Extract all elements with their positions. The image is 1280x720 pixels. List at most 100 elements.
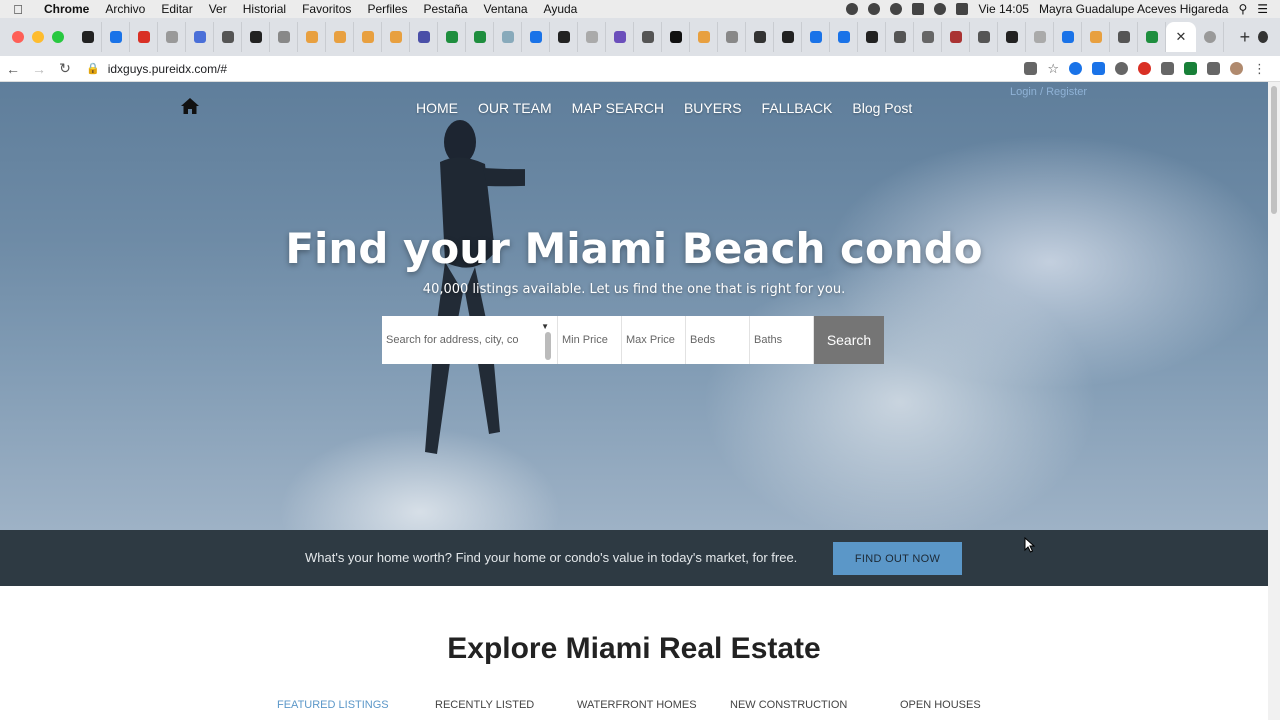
browser-tab[interactable] <box>802 22 830 52</box>
camera-extension-icon[interactable] <box>1161 62 1174 75</box>
tab-open-houses[interactable]: OPEN HOUSES <box>900 699 981 711</box>
browser-tab[interactable] <box>886 22 914 52</box>
browser-tab[interactable] <box>774 22 802 52</box>
min-price-input[interactable]: Min Price <box>558 316 622 364</box>
menu-archivo[interactable]: Archivo <box>97 2 153 16</box>
nav-map-search[interactable]: MAP SEARCH <box>572 100 664 116</box>
caret-down-icon[interactable]: ▼ <box>541 322 549 331</box>
window-minimize-button[interactable] <box>32 31 44 43</box>
browser-tab[interactable] <box>690 22 718 52</box>
battery-icon[interactable] <box>956 3 969 15</box>
wifi-icon[interactable] <box>934 3 947 15</box>
browser-tab[interactable] <box>326 22 354 52</box>
browser-tab[interactable] <box>970 22 998 52</box>
tray-app-icon[interactable] <box>868 3 881 15</box>
tab-search-icon[interactable] <box>1257 31 1268 43</box>
browser-tab[interactable] <box>186 22 214 52</box>
menu-perfiles[interactable]: Perfiles <box>359 2 415 16</box>
home-logo-icon[interactable] <box>180 96 200 116</box>
tab-waterfront-homes[interactable]: WATERFRONT HOMES <box>577 699 697 711</box>
beds-select[interactable]: Beds <box>686 316 750 364</box>
reload-button[interactable]: ↻ <box>52 60 78 77</box>
browser-tab[interactable] <box>578 22 606 52</box>
menubar-clock[interactable]: Vie 14:05 <box>978 2 1029 16</box>
browser-tab[interactable] <box>550 22 578 52</box>
browser-tab[interactable] <box>410 22 438 52</box>
search-button[interactable]: Search <box>814 316 884 364</box>
browser-tab[interactable] <box>914 22 942 52</box>
address-bar[interactable]: 🔒 idxguys.pureidx.com/# <box>86 58 986 80</box>
browser-tab[interactable] <box>746 22 774 52</box>
browser-tab[interactable] <box>270 22 298 52</box>
extension-icon[interactable] <box>1184 62 1197 75</box>
extension-icon[interactable] <box>1092 62 1105 75</box>
extension-icon[interactable] <box>1138 62 1151 75</box>
browser-tab[interactable] <box>634 22 662 52</box>
tray-app-icon[interactable] <box>890 3 903 15</box>
menu-ventana[interactable]: Ventana <box>476 2 536 16</box>
browser-tab[interactable] <box>606 22 634 52</box>
tab-new-construction[interactable]: NEW CONSTRUCTION <box>730 699 847 711</box>
browser-tab[interactable] <box>354 22 382 52</box>
find-out-now-button[interactable]: FIND OUT NOW <box>833 542 962 575</box>
browser-tab[interactable] <box>1026 22 1054 52</box>
browser-tab[interactable] <box>662 22 690 52</box>
tab-featured-listings[interactable]: FEATURED LISTINGS <box>277 699 389 711</box>
address-search-input[interactable]: Search for address, city, co ▼ <box>382 316 558 364</box>
chrome-menu-icon[interactable]: ⋮ <box>1253 61 1266 77</box>
menu-ayuda[interactable]: Ayuda <box>536 2 586 16</box>
browser-tab[interactable] <box>718 22 746 52</box>
browser-tab[interactable] <box>858 22 886 52</box>
menu-ver[interactable]: Ver <box>201 2 235 16</box>
browser-tab[interactable] <box>494 22 522 52</box>
spotlight-search-icon[interactable]: ⚲ <box>1238 2 1247 16</box>
nav-buyers[interactable]: BUYERS <box>684 100 742 116</box>
browser-tab[interactable] <box>1054 22 1082 52</box>
tab-close-icon[interactable]: ✕ <box>1176 29 1187 45</box>
browser-tab[interactable] <box>242 22 270 52</box>
extension-icon[interactable] <box>1115 62 1128 75</box>
window-close-button[interactable] <box>12 31 24 43</box>
browser-tab[interactable] <box>1138 22 1166 52</box>
browser-tab[interactable] <box>942 22 970 52</box>
menu-editar[interactable]: Editar <box>153 2 200 16</box>
browser-tab-active[interactable]: ✕ <box>1166 22 1196 52</box>
menu-historial[interactable]: Historial <box>235 2 294 16</box>
new-tab-button[interactable]: + <box>1232 27 1258 48</box>
nav-fallback[interactable]: FALLBACK <box>762 100 833 116</box>
browser-tab[interactable] <box>102 22 130 52</box>
browser-tab[interactable] <box>214 22 242 52</box>
menu-app-chrome[interactable]: Chrome <box>36 2 97 16</box>
forward-button[interactable]: → <box>26 61 52 77</box>
browser-tab[interactable] <box>158 22 186 52</box>
page-scrollbar[interactable] <box>1268 82 1280 720</box>
back-button[interactable]: ← <box>0 61 26 77</box>
nav-our-team[interactable]: OUR TEAM <box>478 100 552 116</box>
page-scrollbar-thumb[interactable] <box>1271 86 1277 214</box>
nav-home[interactable]: HOME <box>416 100 458 116</box>
window-zoom-button[interactable] <box>52 31 64 43</box>
browser-tab[interactable] <box>998 22 1026 52</box>
bookmark-star-icon[interactable]: ☆ <box>1047 61 1059 77</box>
browser-tab[interactable] <box>1196 22 1224 52</box>
browser-tab[interactable] <box>130 22 158 52</box>
nav-blog-post[interactable]: Blog Post <box>852 100 912 116</box>
browser-tab[interactable] <box>830 22 858 52</box>
menubar-user[interactable]: Mayra Guadalupe Aceves Higareda <box>1039 2 1228 16</box>
control-center-icon[interactable]: ☰ <box>1257 2 1268 16</box>
max-price-input[interactable]: Max Price <box>622 316 686 364</box>
browser-tab[interactable] <box>382 22 410 52</box>
apple-menu-icon[interactable]:  <box>0 2 36 17</box>
menu-favoritos[interactable]: Favoritos <box>294 2 359 16</box>
translate-icon[interactable] <box>1024 62 1038 75</box>
puzzle-extensions-icon[interactable] <box>1207 62 1220 75</box>
dropdown-scrollbar[interactable] <box>545 332 551 360</box>
extension-icon[interactable] <box>1069 62 1082 75</box>
browser-tab[interactable] <box>522 22 550 52</box>
tray-app-icon[interactable] <box>846 3 859 15</box>
browser-tab[interactable] <box>298 22 326 52</box>
profile-avatar[interactable] <box>1230 62 1243 75</box>
login-register-link[interactable]: Login / Register <box>1010 84 1087 100</box>
browser-tab[interactable] <box>1110 22 1138 52</box>
menu-pestana[interactable]: Pestaña <box>415 2 475 16</box>
